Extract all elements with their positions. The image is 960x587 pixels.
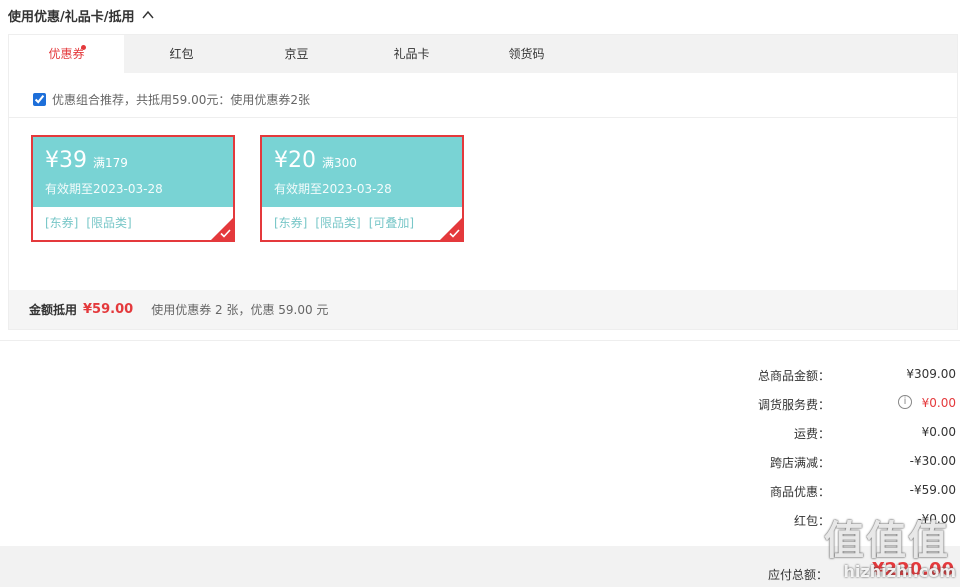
- coupon-value: 20: [288, 148, 316, 173]
- row-value: ¥309.00: [906, 367, 956, 381]
- combo-recommend[interactable]: 优惠组合推荐，共抵用59.00元：使用优惠券2张: [33, 91, 310, 107]
- summary-row-cross-store: 跨店满减： -¥30.00: [600, 454, 956, 474]
- section-title: 使用优惠/礼品卡/抵用: [8, 9, 135, 25]
- notification-dot: [81, 45, 86, 50]
- coupon-validity: 有效期至2023-03-28: [45, 182, 163, 196]
- divider: [0, 340, 960, 341]
- row-label: 跨店满减：: [769, 456, 830, 470]
- row-value: -¥59.00: [909, 483, 956, 497]
- coupon-tag: [东券]: [274, 216, 308, 230]
- coupon-header: ¥ 39 满179 有效期至2023-03-28: [33, 137, 233, 207]
- coupon-validity: 有效期至2023-03-28: [274, 182, 392, 196]
- summary-row-product-discount: 商品优惠： -¥59.00: [600, 483, 956, 503]
- total-footer: 应付总额： ¥220.00: [0, 546, 960, 587]
- row-label: 运费：: [793, 427, 830, 441]
- checkmark-icon: [220, 229, 231, 238]
- coupon-panel: 优惠券 红包 京豆 礼品卡 领货码 优惠组合推荐，共抵用59.00元：使用优惠券…: [8, 34, 958, 330]
- combo-text: 优惠组合推荐，共抵用59.00元：使用优惠券2张: [52, 92, 310, 107]
- row-value: ¥0.00: [921, 396, 956, 410]
- coupon-threshold: 满300: [322, 156, 357, 170]
- row-value: ¥0.00: [921, 425, 956, 439]
- coupon-tags: [东券] [限品类] [可叠加]: [274, 214, 414, 231]
- info-icon[interactable]: i: [898, 395, 912, 409]
- coupon-tag: [可叠加]: [368, 216, 415, 230]
- summary-row-total-goods: 总商品金额： ¥309.00: [600, 367, 956, 387]
- tab-gift-cards[interactable]: 礼品卡: [354, 35, 469, 73]
- chevron-up-icon[interactable]: [141, 8, 155, 22]
- tab-label: 礼品卡: [393, 47, 430, 61]
- deduction-summary: 金额抵用 ¥59.00 使用优惠券 2 张，优惠 59.00 元: [9, 290, 957, 329]
- summary-row-shipping: 运费： ¥0.00: [600, 425, 956, 445]
- divider: [9, 117, 957, 118]
- tab-label: 优惠券: [48, 47, 85, 61]
- watermark-site: hizhizhi.com: [843, 562, 956, 581]
- coupon-card[interactable]: ¥ 20 满300 有效期至2023-03-28 [东券] [限品类] [可叠加…: [260, 135, 464, 242]
- tab-jingdou[interactable]: 京豆: [239, 35, 354, 73]
- checkmark-icon: [449, 229, 460, 238]
- tab-label: 红包: [169, 47, 194, 61]
- watermark-logo: 值值值: [824, 518, 950, 564]
- coupon-amount: ¥ 20 满300: [274, 147, 357, 177]
- coupon-header: ¥ 20 满300 有效期至2023-03-28: [262, 137, 462, 207]
- coupon-tags: [东券] [限品类]: [45, 214, 132, 231]
- tab-coupons[interactable]: 优惠券: [9, 35, 124, 74]
- summary-row-service-fee: 调货服务费： i ¥0.00: [600, 395, 956, 416]
- coupon-tag: [限品类]: [86, 216, 132, 230]
- row-value: -¥30.00: [909, 454, 956, 468]
- coupon-card[interactable]: ¥ 39 满179 有效期至2023-03-28 [东券] [限品类]: [31, 135, 235, 242]
- currency-symbol: ¥: [274, 148, 288, 173]
- combo-checkbox[interactable]: [33, 92, 46, 106]
- coupon-threshold: 满179: [93, 156, 128, 170]
- row-label: 总商品金额：: [757, 369, 830, 383]
- deduction-desc: 使用优惠券 2 张，优惠 59.00 元: [151, 303, 329, 317]
- coupon-value: 39: [59, 148, 87, 173]
- section-header[interactable]: 使用优惠/礼品卡/抵用: [8, 5, 155, 25]
- coupon-tag: [东券]: [45, 216, 79, 230]
- tab-red-packets[interactable]: 红包: [124, 35, 239, 73]
- tab-redeem-code[interactable]: 领货码: [469, 35, 584, 73]
- total-label: 应付总额：: [767, 568, 828, 582]
- row-label: 商品优惠：: [769, 485, 830, 499]
- coupon-tag: [限品类]: [315, 216, 361, 230]
- row-label: 调货服务费：: [757, 398, 830, 412]
- deduction-label: 金额抵用: [29, 303, 78, 317]
- deduction-amount: ¥59.00: [83, 302, 134, 317]
- tab-label: 领货码: [508, 47, 545, 61]
- currency-symbol: ¥: [45, 148, 59, 173]
- coupon-amount: ¥ 39 满179: [45, 147, 128, 177]
- tab-label: 京豆: [284, 47, 309, 61]
- tab-bar: 优惠券 红包 京豆 礼品卡 领货码: [9, 35, 957, 74]
